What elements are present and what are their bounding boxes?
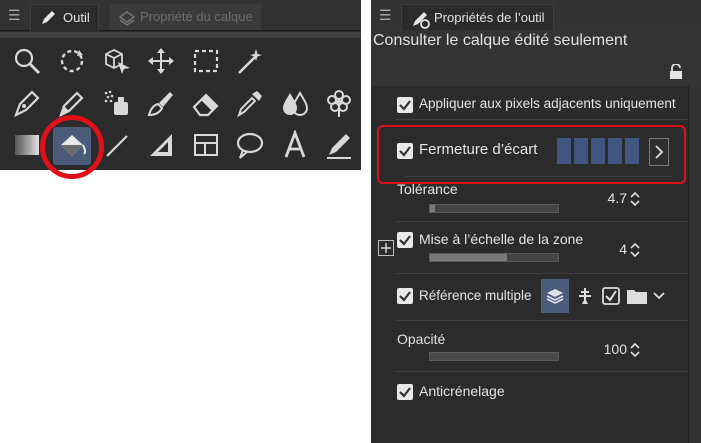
move-icon[interactable] (142, 42, 180, 80)
airbrush-icon[interactable] (98, 84, 136, 122)
brush-icon[interactable] (142, 84, 180, 122)
eyedropper-icon[interactable] (231, 84, 269, 122)
selection-rect-icon[interactable] (187, 42, 225, 80)
multiple-reference-label: Référence multiple (419, 288, 532, 303)
decoration-flower-icon[interactable] (320, 84, 358, 122)
area-scaling-slider[interactable] (429, 253, 559, 262)
tolerance-label: Tolérance (397, 181, 458, 197)
tool-palette: ☰ Outil Propriété du calque (0, 0, 361, 179)
object-select-icon[interactable] (98, 42, 136, 80)
property-header: Consulter le calque édité seulement (371, 30, 701, 86)
blend-drops-icon[interactable] (276, 84, 314, 122)
panel-menu-icon[interactable]: ☰ (8, 6, 26, 24)
gap-level-segment[interactable] (557, 138, 571, 164)
separator (396, 221, 689, 222)
gap-level-segment[interactable] (591, 138, 605, 164)
opacity-value[interactable]: 100 (571, 341, 627, 357)
layer-property-tab-icon (118, 11, 136, 26)
opacity-spin-icon[interactable] (629, 341, 641, 359)
expand-plus-icon[interactable] (378, 240, 394, 256)
opacity-label: Opacité (397, 331, 446, 347)
rotate-icon[interactable] (53, 42, 91, 80)
chevron-down-icon[interactable] (649, 279, 669, 313)
tolerance-slider[interactable] (429, 204, 559, 213)
gap-level-segment[interactable] (608, 138, 622, 164)
reference-layer-icon[interactable] (571, 279, 599, 313)
tab-layer-property[interactable]: Propriété du calque (110, 4, 261, 30)
antialiasing-checkbox[interactable] (397, 384, 413, 400)
separator (396, 273, 689, 274)
tool-palette-tabbar: ☰ Outil Propriété du calque (0, 0, 361, 31)
gap-level-segment[interactable] (574, 138, 588, 164)
magnifier-icon[interactable] (8, 42, 46, 80)
panel-menu-icon[interactable]: ☰ (379, 6, 397, 24)
chevron-right-icon (655, 145, 664, 159)
multiple-reference-checkbox[interactable] (397, 288, 413, 304)
gap-closing-label: Fermeture d’écart (419, 141, 538, 158)
antialiasing-label: Anticrénelage (419, 383, 505, 399)
tool-property-tab-icon (413, 12, 430, 29)
lock-icon[interactable] (669, 63, 683, 85)
text-icon[interactable] (276, 126, 314, 164)
eraser-icon[interactable] (187, 84, 225, 122)
tab-outil[interactable]: Outil (30, 4, 99, 31)
opacity-slider[interactable] (429, 352, 559, 361)
header-title: Consulter le calque édité seulement (373, 32, 628, 49)
tab-tool-property[interactable]: Propriétés de l’outil (401, 4, 554, 31)
adjacent-pixels-label: Appliquer aux pixels adjacents uniquemen… (419, 96, 676, 111)
area-scaling-value[interactable]: 4 (581, 241, 627, 257)
tolerance-spin-icon[interactable] (629, 190, 641, 208)
separator (396, 119, 689, 120)
all-layers-icon[interactable] (541, 279, 569, 313)
tab-outil-label: Outil (63, 10, 90, 25)
gap-closing-checkbox[interactable] (397, 143, 413, 159)
tolerance-value[interactable]: 4.7 (581, 190, 627, 206)
adjacent-pixels-checkbox[interactable] (397, 97, 413, 113)
gap-level-segment[interactable] (625, 138, 639, 164)
separator (396, 371, 689, 372)
property-scrollbar[interactable] (688, 86, 701, 443)
ruler-icon[interactable] (142, 126, 180, 164)
palette-subbar (0, 32, 361, 38)
tab-layer-property-label: Propriété du calque (140, 9, 253, 24)
tab-tool-property-label: Propriétés de l’outil (434, 10, 545, 25)
separator (405, 176, 671, 177)
gap-closing-level[interactable] (557, 138, 639, 164)
selected-tool-highlight (40, 115, 104, 179)
area-scaling-label: Mise à l’échelle de la zone (419, 231, 584, 247)
pen-icon[interactable] (8, 84, 46, 122)
correct-line-icon[interactable] (320, 126, 358, 164)
tool-property-panel: ☰ Propriétés de l’outil Consulter le cal… (371, 0, 701, 443)
tool-property-tabbar: ☰ Propriétés de l’outil (371, 0, 701, 31)
folder-icon[interactable] (623, 279, 651, 313)
frame-border-icon[interactable] (187, 126, 225, 164)
area-scaling-checkbox[interactable] (397, 232, 413, 248)
gap-closing-expand-button[interactable] (649, 138, 669, 166)
selected-layers-icon[interactable] (597, 279, 625, 313)
balloon-icon[interactable] (231, 126, 269, 164)
separator (396, 320, 689, 321)
auto-select-wand-icon[interactable] (231, 42, 269, 80)
area-scaling-spin-icon[interactable] (629, 241, 641, 259)
pen-tab-icon (42, 11, 55, 24)
